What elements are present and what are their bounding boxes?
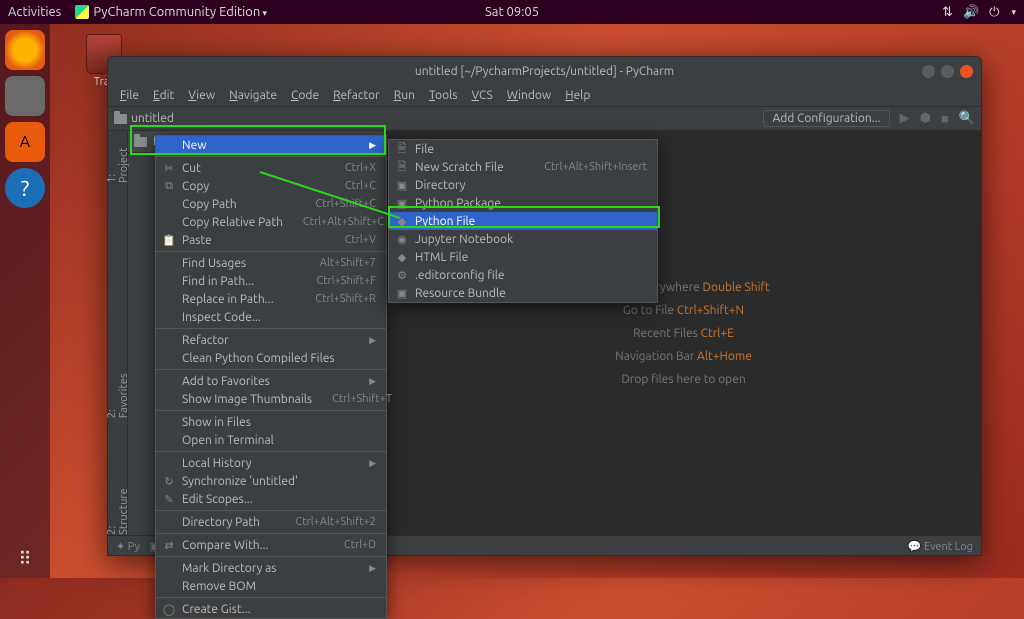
stop-icon[interactable]: ■ xyxy=(941,111,949,126)
toolbar: untitled Add Configuration... ▶ ⬢ ■ 🔍 xyxy=(108,107,981,131)
breadcrumb[interactable]: untitled xyxy=(114,112,174,125)
clock[interactable]: Sat 09:05 xyxy=(485,5,539,19)
menu-item-new-scratch-file[interactable]: 🗎New Scratch FileCtrl+Alt+Shift+Insert xyxy=(389,158,657,176)
run-icon[interactable]: ▶ xyxy=(900,111,910,126)
menu-item-synchronize-untitled-[interactable]: ↻Synchronize 'untitled' xyxy=(156,472,386,490)
maximize-button[interactable] xyxy=(941,65,954,78)
app-menu[interactable]: PyCharm Community Edition▾ xyxy=(75,5,267,20)
menu-item-open-in-terminal[interactable]: Open in Terminal xyxy=(156,431,386,449)
apps-grid-icon[interactable]: ⠿ xyxy=(18,549,31,570)
menu-item-resource-bundle[interactable]: ▣Resource Bundle xyxy=(389,284,657,302)
gutter-favorites[interactable]: 2: Favorites xyxy=(106,363,130,418)
menu-help[interactable]: Help xyxy=(559,87,596,104)
ubuntu-topbar: Activities PyCharm Community Edition▾ Sa… xyxy=(0,0,1024,24)
menu-item-directory[interactable]: ▣Directory xyxy=(389,176,657,194)
menu-item-inspect-code-[interactable]: Inspect Code... xyxy=(156,308,386,326)
menu-file[interactable]: File xyxy=(114,87,145,104)
activities-button[interactable]: Activities xyxy=(8,5,61,19)
menu-item-clean-python-compiled-files[interactable]: Clean Python Compiled Files xyxy=(156,349,386,367)
menu-item-replace-in-path-[interactable]: Replace in Path...Ctrl+Shift+R xyxy=(156,290,386,308)
close-button[interactable] xyxy=(960,65,973,78)
menu-item-cut[interactable]: ✂CutCtrl+X xyxy=(156,159,386,177)
menu-run[interactable]: Run xyxy=(388,87,421,104)
menu-item-create-gist-[interactable]: ◯Create Gist... xyxy=(156,600,386,618)
help-icon[interactable]: ? xyxy=(5,168,45,208)
menu-item-jupyter-notebook[interactable]: ◉Jupyter Notebook xyxy=(389,230,657,248)
menu-item-add-to-favorites[interactable]: Add to Favorites▶ xyxy=(156,372,386,390)
menu-item-refactor[interactable]: Refactor▶ xyxy=(156,331,386,349)
search-icon[interactable]: 🔍 xyxy=(959,111,975,126)
debug-icon[interactable]: ⬢ xyxy=(920,111,931,126)
minimize-button[interactable] xyxy=(922,65,935,78)
menu-edit[interactable]: Edit xyxy=(147,87,180,104)
menu-vcs[interactable]: VCS xyxy=(465,87,498,104)
menu-navigate[interactable]: Navigate xyxy=(223,87,283,104)
gutter-project[interactable]: 1: Project xyxy=(106,137,130,183)
folder-icon xyxy=(114,114,127,124)
menu-item--editorconfig-file[interactable]: ⚙.editorconfig file xyxy=(389,266,657,284)
menu-item-python-package[interactable]: ▣Python Package xyxy=(389,194,657,212)
menu-item-python-file[interactable]: ◆Python File xyxy=(389,212,657,230)
menu-item-compare-with-[interactable]: ⇄Compare With...Ctrl+D xyxy=(156,536,386,554)
menu-window[interactable]: Window xyxy=(501,87,557,104)
context-menu-project: New▶ ✂CutCtrl+X⧉CopyCtrl+CCopy PathCtrl+S… xyxy=(155,135,387,619)
volume-icon[interactable]: 🔊 xyxy=(963,5,979,20)
window-title: untitled [~/PycharmProjects/untitled] - … xyxy=(415,65,674,78)
menu-item-new[interactable]: New▶ xyxy=(156,136,386,154)
menu-item-directory-path[interactable]: Directory PathCtrl+Alt+Shift+2 xyxy=(156,513,386,531)
menu-item-local-history[interactable]: Local History▶ xyxy=(156,454,386,472)
menu-item-find-usages[interactable]: Find UsagesAlt+Shift+7 xyxy=(156,254,386,272)
menu-item-find-in-path-[interactable]: Find in Path...Ctrl+Shift+F xyxy=(156,272,386,290)
status-python[interactable]: ✦ Py xyxy=(116,540,140,553)
menu-tools[interactable]: Tools xyxy=(423,87,464,104)
event-log-button[interactable]: 💬 Event Log xyxy=(908,540,973,553)
menu-code[interactable]: Code xyxy=(285,87,325,104)
menu-item-copy-relative-path[interactable]: Copy Relative PathCtrl+Alt+Shift+C xyxy=(156,213,386,231)
menu-item-copy-path[interactable]: Copy PathCtrl+Shift+C xyxy=(156,195,386,213)
menu-item-file[interactable]: 🗎File xyxy=(389,140,657,158)
menu-item-copy[interactable]: ⧉CopyCtrl+C xyxy=(156,177,386,195)
power-icon[interactable]: ⏻ xyxy=(989,5,999,20)
ubuntu-launcher: A ? ⠿ xyxy=(0,24,50,578)
network-icon[interactable]: ⇅ xyxy=(942,5,953,20)
pycharm-icon xyxy=(75,5,89,19)
menu-item-html-file[interactable]: ◆HTML File xyxy=(389,248,657,266)
folder-icon xyxy=(134,137,147,147)
menu-item-show-image-thumbnails[interactable]: Show Image ThumbnailsCtrl+Shift+T xyxy=(156,390,386,408)
menu-refactor[interactable]: Refactor xyxy=(327,87,386,104)
window-titlebar[interactable]: untitled [~/PycharmProjects/untitled] - … xyxy=(108,57,981,85)
add-configuration-button[interactable]: Add Configuration... xyxy=(763,110,889,127)
firefox-icon[interactable] xyxy=(5,30,45,70)
menu-item-show-in-files[interactable]: Show in Files xyxy=(156,413,386,431)
files-icon[interactable] xyxy=(5,76,45,116)
gutter-structure[interactable]: 2: Structure xyxy=(106,478,130,535)
menu-view[interactable]: View xyxy=(182,87,221,104)
menu-item-edit-scopes-[interactable]: ✎Edit Scopes... xyxy=(156,490,386,508)
menu-item-remove-bom[interactable]: Remove BOM xyxy=(156,577,386,595)
software-icon[interactable]: A xyxy=(5,122,45,162)
menu-item-mark-directory-as[interactable]: Mark Directory as▶ xyxy=(156,559,386,577)
left-gutter: 1: Project 2: Favorites 2: Structure xyxy=(108,131,128,535)
menu-bar: FileEditViewNavigateCodeRefactorRunTools… xyxy=(108,85,981,107)
menu-item-paste[interactable]: 📋PasteCtrl+V xyxy=(156,231,386,249)
submenu-new: 🗎File🗎New Scratch FileCtrl+Alt+Shift+Ins… xyxy=(388,139,658,303)
